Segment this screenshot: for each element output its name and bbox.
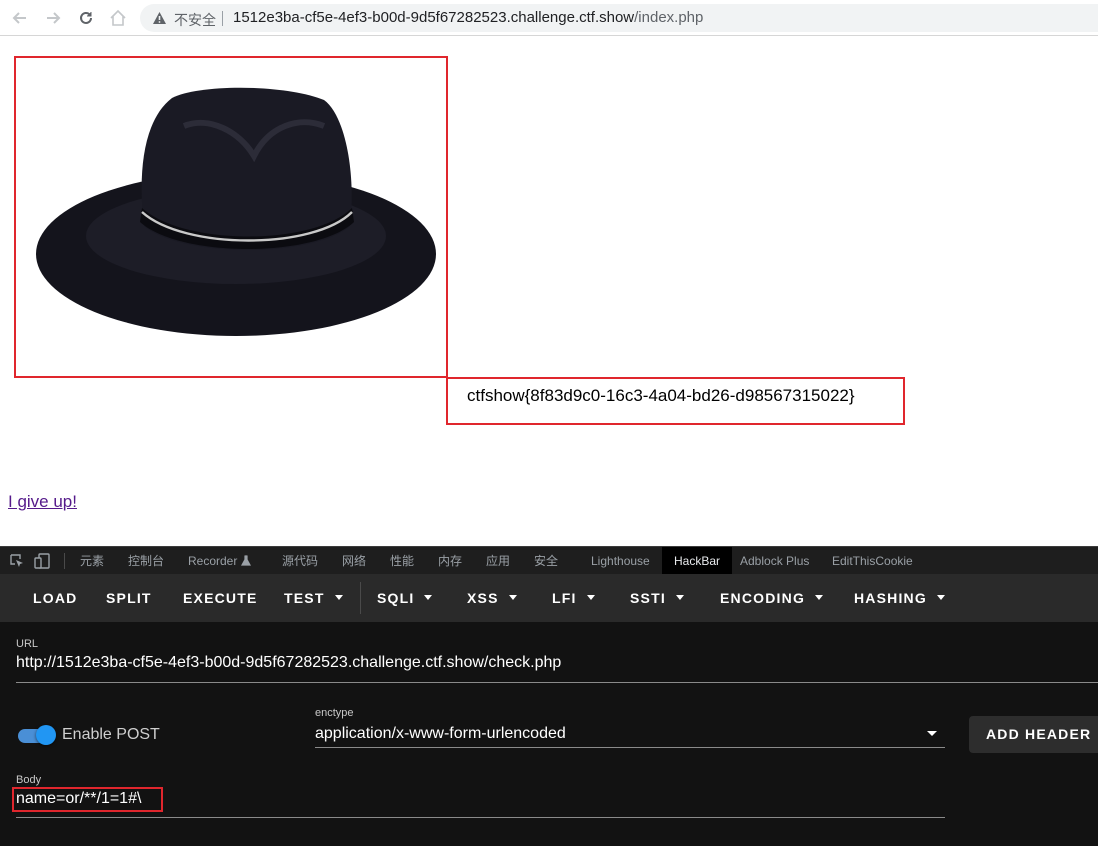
lfi-menu[interactable]: LFI (552, 574, 595, 622)
test-menu-label: TEST (284, 590, 325, 606)
caret-down-icon (586, 594, 595, 600)
xss-menu-label: XSS (467, 590, 499, 606)
give-up-link[interactable]: I give up! (8, 492, 77, 512)
hashing-menu-label: HASHING (854, 590, 927, 606)
devtools-tab-console[interactable]: 控制台 (128, 547, 164, 575)
address-host: 1512e3ba-cf5e-4ef3-b00d-9d5f67282523.cha… (233, 9, 635, 26)
back-button[interactable] (8, 6, 32, 30)
caret-down-icon (815, 594, 824, 600)
address-bar[interactable]: 不安全 1512e3ba-cf5e-4ef3-b00d-9d5f67282523… (140, 4, 1098, 32)
devtools-tab-elements[interactable]: 元素 (80, 547, 104, 575)
caret-down-icon (424, 594, 433, 600)
sqli-menu[interactable]: SQLI (377, 574, 433, 622)
home-icon (110, 9, 126, 26)
hashing-menu[interactable]: HASHING (854, 574, 945, 622)
caret-down-icon (675, 594, 684, 600)
url-input-underline (16, 682, 1098, 683)
menu-divider (360, 582, 361, 614)
devtools-tab-security[interactable]: 安全 (534, 547, 558, 575)
devtools-tab-network[interactable]: 网络 (342, 547, 366, 575)
ssti-menu[interactable]: SSTI (630, 574, 684, 622)
lfi-menu-label: LFI (552, 590, 577, 606)
caret-down-icon (334, 594, 343, 600)
caret-down-icon (936, 594, 945, 600)
add-header-button[interactable]: ADD HEADER (969, 716, 1098, 753)
devtools-tab-performance[interactable]: 性能 (390, 547, 414, 575)
home-button[interactable] (106, 6, 130, 30)
devtools-tab-recorder[interactable]: Recorder (188, 547, 251, 575)
devtools-tab-application[interactable]: 应用 (486, 547, 510, 575)
enable-post-toggle-thumb[interactable] (36, 725, 56, 745)
arrow-left-icon (12, 12, 26, 24)
device-toggle-icon[interactable] (34, 553, 52, 569)
devtools-tab-memory[interactable]: 内存 (438, 547, 462, 575)
enctype-label: enctype (315, 707, 354, 719)
ssti-menu-label: SSTI (630, 590, 666, 606)
insecure-label: 不安全 (174, 12, 216, 28)
arrow-right-icon (47, 12, 61, 24)
browser-toolbar: 不安全 1512e3ba-cf5e-4ef3-b00d-9d5f67282523… (0, 0, 1098, 36)
caret-down-icon (508, 594, 517, 600)
devtools-divider (64, 553, 65, 569)
devtools-tab-recorder-label: Recorder (188, 554, 238, 568)
address-path: /index.php (634, 9, 704, 26)
url-input[interactable]: http://1512e3ba-cf5e-4ef3-b00d-9d5f67282… (16, 654, 561, 672)
execute-button[interactable]: EXECUTE (183, 574, 258, 622)
reload-button[interactable] (74, 6, 98, 30)
body-label: Body (16, 774, 42, 786)
flask-icon (240, 555, 251, 566)
encoding-menu[interactable]: ENCODING (720, 574, 824, 622)
inspect-element-icon[interactable] (9, 553, 25, 569)
enctype-select[interactable]: application/x-www-form-urlencoded (315, 725, 566, 743)
split-button[interactable]: SPLIT (106, 574, 152, 622)
devtools-tab-editthiscookie[interactable]: EditThisCookie (832, 547, 913, 575)
chevron-down-icon[interactable] (927, 731, 937, 736)
encoding-menu-label: ENCODING (720, 590, 806, 606)
xss-menu[interactable]: XSS (467, 574, 517, 622)
devtools-tab-adblock[interactable]: Adblock Plus (740, 547, 809, 575)
browser-window: 不安全 1512e3ba-cf5e-4ef3-b00d-9d5f67282523… (0, 0, 1098, 846)
devtools-tab-hackbar[interactable]: HackBar (662, 547, 733, 575)
devtools-tab-lighthouse[interactable]: Lighthouse (591, 547, 650, 575)
url-label: URL (16, 638, 39, 650)
test-menu[interactable]: TEST (284, 574, 343, 622)
body-input-underline (16, 817, 945, 818)
reload-icon (80, 11, 92, 24)
warning-triangle-icon (153, 12, 166, 24)
hat-image (36, 87, 436, 336)
forward-button[interactable] (41, 6, 65, 30)
enable-post-label: Enable POST (62, 726, 160, 743)
address-divider (222, 11, 223, 26)
sqli-menu-label: SQLI (377, 590, 415, 606)
enctype-underline (315, 747, 945, 748)
devtools-tab-sources[interactable]: 源代码 (282, 547, 318, 575)
load-button[interactable]: LOAD (33, 574, 77, 622)
body-input[interactable]: name=or/**/1=1#\ (16, 790, 141, 808)
devtools-tab-bar: 元素 控制台 Recorder 源代码 网络 性能 内存 应用 安全 Light… (0, 546, 1098, 575)
hackbar-menu: LOAD SPLIT EXECUTE TEST SQLI XSS LFI SST… (0, 574, 1098, 622)
hat-image-frame (14, 56, 448, 378)
flag-text: ctfshow{8f83d9c0-16c3-4a04-bd26-d9856731… (467, 386, 855, 405)
address-url: 1512e3ba-cf5e-4ef3-b00d-9d5f67282523.cha… (233, 9, 703, 26)
